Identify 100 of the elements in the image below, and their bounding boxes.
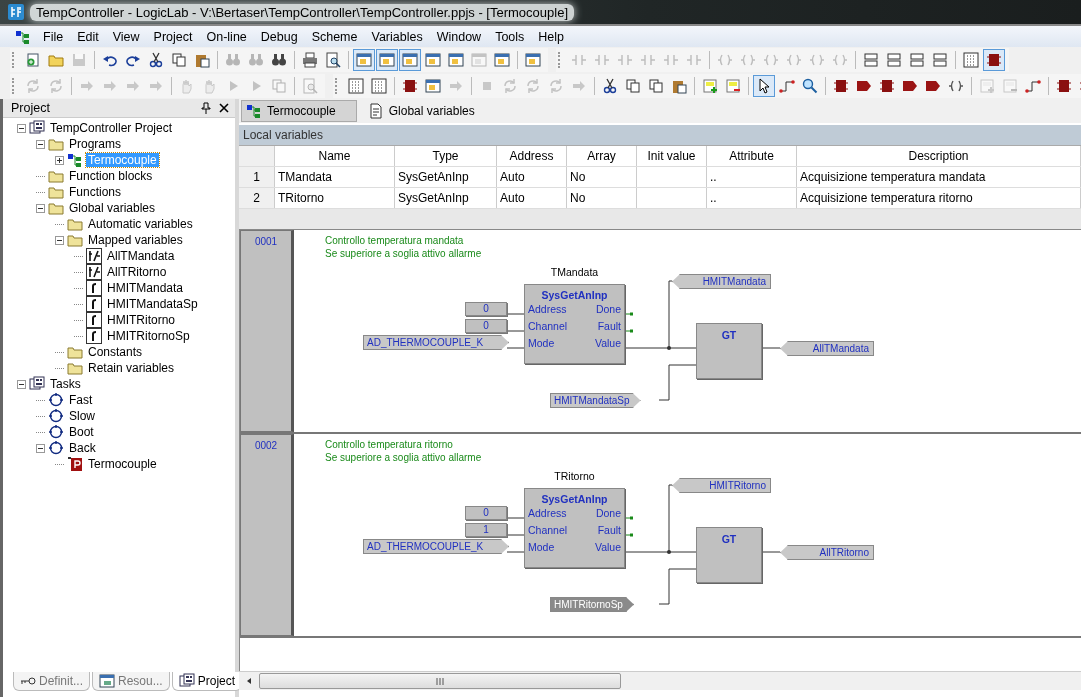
splitter-bar[interactable] <box>239 209 1081 230</box>
binoculars-icon <box>271 52 287 68</box>
collapse-icon[interactable] <box>36 443 45 453</box>
constant-input[interactable]: 0 <box>465 506 507 520</box>
table-cell: Acquisizione temperatura mandata <box>797 167 1081 187</box>
menu-item[interactable]: Debug <box>253 29 305 44</box>
scissors-icon <box>602 78 618 94</box>
tree-item[interactable]: Termocouple <box>86 457 159 471</box>
tree-item[interactable]: HMITRitorno <box>105 313 177 327</box>
input-variable[interactable]: HMITMandataSp <box>550 393 641 408</box>
table-cell: .. <box>707 188 797 208</box>
menu-item[interactable]: View <box>105 29 147 44</box>
task-icon <box>48 392 64 408</box>
output-variable[interactable]: AllTRitorno <box>780 545 874 560</box>
panel-tab[interactable]: Definit... <box>13 672 90 691</box>
document-tab[interactable]: Global variables <box>362 100 496 122</box>
menu-item[interactable]: Help <box>531 29 572 44</box>
block-button[interactable] <box>983 49 1005 71</box>
input-pin: Channel <box>528 524 568 536</box>
network-comment: Controllo temperatura ritorno <box>325 439 453 450</box>
tree-item[interactable]: TempController Project <box>48 121 175 135</box>
variable-icon <box>86 280 102 296</box>
arrow-icon <box>571 78 587 94</box>
tree-item[interactable]: Boot <box>67 425 96 439</box>
tree-item[interactable]: AllTRitorno <box>105 265 169 279</box>
copy-icon <box>625 78 641 94</box>
menu-item[interactable]: File <box>36 29 71 44</box>
window-button[interactable] <box>399 49 421 71</box>
tree-item[interactable]: Global variables <box>67 201 158 215</box>
collapse-icon[interactable] <box>36 139 45 149</box>
collapse-icon[interactable] <box>17 123 26 133</box>
menu-item[interactable]: Variables <box>364 29 430 44</box>
collapse-icon[interactable] <box>17 379 26 389</box>
close-icon[interactable] <box>219 103 229 113</box>
arrow-icon <box>448 78 464 94</box>
collapse-icon[interactable] <box>55 235 64 245</box>
arrow-icon <box>102 78 118 94</box>
window-icon <box>471 52 487 68</box>
tree-item[interactable]: Automatic variables <box>86 217 195 231</box>
function-block[interactable]: SysGetAnInp Address Channel Mode Done Fault Value <box>524 488 625 568</box>
panel-tab[interactable]: Resou... <box>92 672 170 691</box>
coil-icon <box>763 52 779 68</box>
rows-icon <box>863 52 879 68</box>
block-type: SysGetAnInp <box>540 493 609 505</box>
tree-item[interactable]: Function blocks <box>67 169 155 183</box>
constant-input[interactable]: 0 <box>465 302 507 316</box>
menu-item[interactable]: On-line <box>199 29 254 44</box>
tree-item[interactable]: Back <box>67 441 98 455</box>
horizontal-scrollbar[interactable] <box>239 671 1081 690</box>
scroll-left-icon[interactable] <box>245 677 253 685</box>
boolean-variable-icon <box>86 248 102 264</box>
tree-item[interactable]: Functions <box>67 185 124 199</box>
menu-item[interactable]: Window <box>429 29 489 44</box>
tree-item[interactable]: HMITMandataSp <box>105 297 200 311</box>
document-icon[interactable] <box>14 28 32 45</box>
compare-block[interactable]: GT <box>696 527 762 583</box>
copy-icon <box>171 52 187 68</box>
block-icon <box>402 78 418 94</box>
menu-item[interactable]: Tools <box>488 29 532 44</box>
cursor-button[interactable] <box>753 75 775 97</box>
input-variable[interactable]: AD_THERMOCOUPLE_K <box>363 539 509 554</box>
tree-item[interactable]: Tasks <box>48 377 83 391</box>
scroll-thumb[interactable] <box>259 673 621 689</box>
output-variable[interactable]: HMITMandata <box>672 274 771 289</box>
tree-item[interactable]: Programs <box>67 137 123 151</box>
constant-input[interactable]: 1 <box>465 523 507 537</box>
tree-item[interactable]: Retain variables <box>86 361 177 375</box>
pin-icon[interactable] <box>201 102 211 114</box>
wire <box>761 551 781 553</box>
tree-item[interactable]: HMITMandata <box>105 281 186 295</box>
input-variable[interactable]: AD_THERMOCOUPLE_K <box>363 335 509 350</box>
window-button[interactable] <box>376 49 398 71</box>
tree-item[interactable]: Constants <box>86 345 145 359</box>
output-variable[interactable]: HMITRitorno <box>672 478 771 493</box>
menu-item[interactable]: Scheme <box>304 29 365 44</box>
output-pin: Done <box>595 303 621 315</box>
window-button[interactable] <box>353 49 375 71</box>
expand-icon[interactable] <box>55 155 64 165</box>
compare-block[interactable]: GT <box>696 323 762 379</box>
collapse-icon[interactable] <box>36 203 45 213</box>
wire <box>507 347 525 349</box>
contact-icon <box>686 52 702 68</box>
constant-input[interactable]: 0 <box>465 319 507 333</box>
tree-item[interactable]: AllTMandata <box>105 249 177 263</box>
tree-item[interactable]: Mapped variables <box>86 233 185 247</box>
window-icon <box>402 52 418 68</box>
refresh-icon <box>525 78 541 94</box>
arrow-icon <box>125 78 141 94</box>
tree-item[interactable]: Slow <box>67 409 97 423</box>
tree-item[interactable]: HMITRitornoSp <box>105 329 192 343</box>
menu-item[interactable]: Project <box>146 29 200 44</box>
tree-item[interactable]: Fast <box>67 393 95 407</box>
grid-button[interactable] <box>368 75 390 97</box>
coil-icon <box>717 52 733 68</box>
coil-icon <box>809 52 825 68</box>
function-block[interactable]: SysGetAnInp Address Channel Mode Done Fault Value <box>524 284 625 364</box>
output-variable[interactable]: AllTMandata <box>780 341 874 356</box>
menu-item[interactable]: Edit <box>70 29 106 44</box>
document-tab[interactable]: Termocouple <box>241 100 357 122</box>
block-icon <box>879 78 895 94</box>
